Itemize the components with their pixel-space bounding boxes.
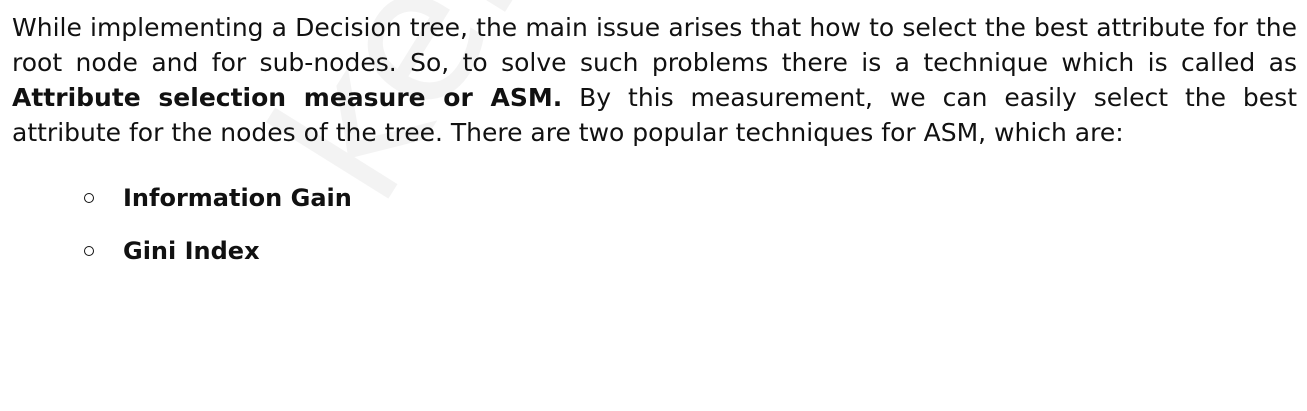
intro-paragraph: While implementing a Decision tree, the … bbox=[12, 10, 1297, 150]
list-item-label: Information Gain bbox=[123, 184, 352, 212]
list-item-label: Gini Index bbox=[123, 237, 260, 265]
list-item-information-gain: Information Gain bbox=[12, 184, 1297, 212]
paragraph-lead-text: While implementing a Decision tree, the … bbox=[12, 13, 1297, 77]
hollow-circle-bullet-icon bbox=[84, 246, 94, 256]
asm-techniques-list: Information Gain Gini Index bbox=[12, 184, 1297, 265]
asm-highlight-text: Attribute selection measure or ASM. bbox=[12, 83, 563, 112]
document-body: While implementing a Decision tree, the … bbox=[12, 10, 1297, 290]
list-item-gini-index: Gini Index bbox=[12, 237, 1297, 265]
hollow-circle-bullet-icon bbox=[84, 193, 94, 203]
